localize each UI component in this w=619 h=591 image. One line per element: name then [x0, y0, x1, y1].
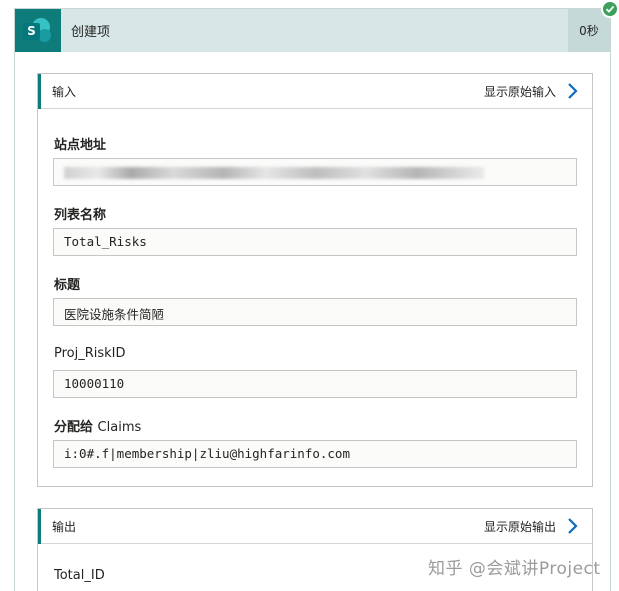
assigned-to-label: 分配给 Claims: [54, 416, 141, 435]
list-name-label: 列表名称: [54, 208, 107, 223]
total-id-label: Total_ID: [54, 568, 105, 583]
outputs-header: 输出 显示原始输出: [38, 509, 592, 544]
sharepoint-icon: S: [15, 9, 61, 52]
assigned-to-label-en: Claims: [97, 420, 142, 435]
watermark: 知乎 @会斌讲Project: [428, 559, 601, 579]
check-icon: [601, 0, 619, 18]
action-header[interactable]: S 创建项 0秒: [15, 9, 610, 52]
site-address-label: 站点地址: [54, 138, 107, 153]
inputs-label: 输入: [52, 84, 77, 99]
title-label: 标题: [54, 278, 81, 293]
action-card: S 创建项 0秒 输入 显示原始输入 站点地址 列表名称 Total_Risks…: [14, 8, 611, 591]
inputs-section: 输入 显示原始输入 站点地址 列表名称 Total_Risks 标题 医院设施条…: [37, 73, 593, 487]
chevron-right-icon[interactable]: [562, 516, 582, 536]
proj-riskid-label: Proj_RiskID: [54, 346, 126, 361]
inputs-header: 输入 显示原始输入: [38, 74, 592, 109]
title-field: 医院设施条件简陋: [53, 298, 577, 326]
chevron-right-icon[interactable]: [562, 81, 582, 101]
show-raw-outputs-link[interactable]: 显示原始输出: [484, 518, 556, 535]
redacted-value: [64, 167, 484, 179]
show-raw-inputs-link[interactable]: 显示原始输入: [484, 83, 556, 100]
assigned-to-field: i:0#.f|membership|zliu@highfarinfo.com: [53, 440, 577, 468]
action-title: 创建项: [71, 25, 111, 40]
outputs-label: 输出: [52, 519, 77, 534]
list-name-field: Total_Risks: [53, 228, 577, 256]
assigned-to-label-cn: 分配给: [54, 420, 94, 435]
proj-riskid-field: 10000110: [53, 370, 577, 398]
site-address-field: [53, 158, 577, 186]
